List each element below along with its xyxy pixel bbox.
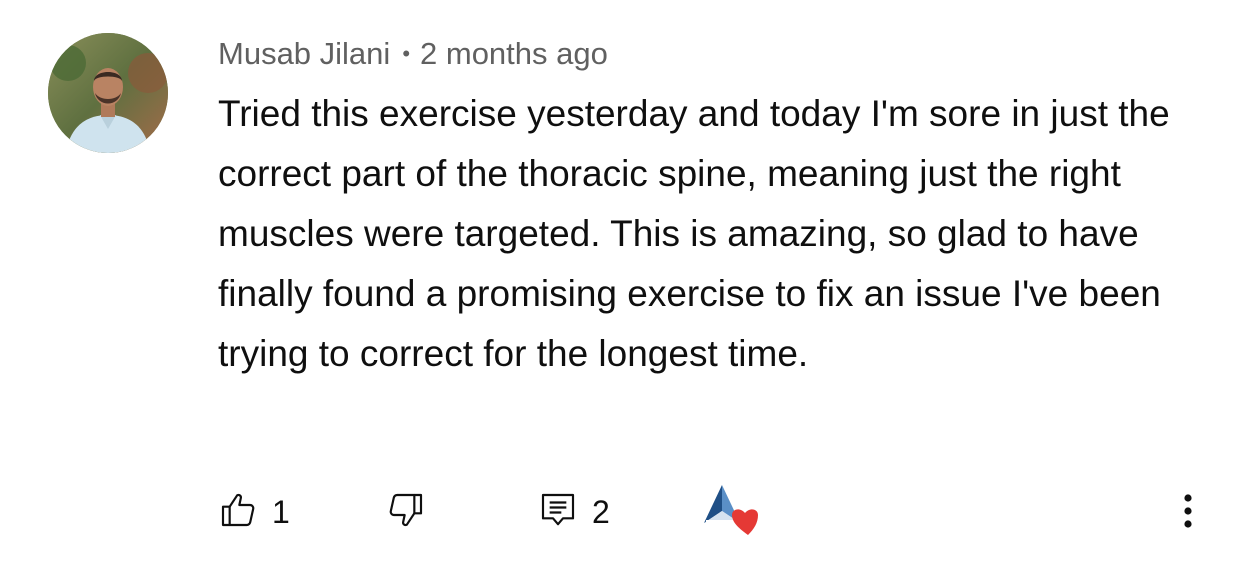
comment-meta: Musab Jilani • 2 months ago	[218, 34, 608, 74]
user-avatar-image	[48, 33, 168, 153]
creator-heart-badge	[700, 484, 766, 540]
like-button[interactable]: 1	[218, 484, 290, 540]
more-vertical-icon	[1183, 490, 1193, 535]
meta-separator: •	[402, 41, 411, 66]
comment-reply-icon	[538, 490, 578, 535]
comment-item: Musab Jilani • 2 months ago Tried this exe…	[0, 0, 1242, 580]
reply-count: 2	[592, 493, 610, 530]
thumb-down-icon	[386, 490, 426, 535]
more-options-button[interactable]	[1170, 484, 1206, 540]
comment-timestamp[interactable]: 2 months ago	[420, 36, 608, 71]
author-name[interactable]: Musab Jilani	[218, 36, 390, 71]
like-count: 1	[272, 493, 290, 530]
comment-actions: 1 2	[0, 484, 1242, 544]
avatar[interactable]	[48, 33, 168, 153]
thumb-up-icon	[218, 490, 258, 535]
comment-text: Tried this exercise yesterday and today …	[218, 93, 1170, 374]
creator-heart-icon	[700, 481, 766, 544]
reply-button[interactable]: 2	[538, 484, 610, 540]
dislike-button[interactable]	[386, 484, 426, 540]
